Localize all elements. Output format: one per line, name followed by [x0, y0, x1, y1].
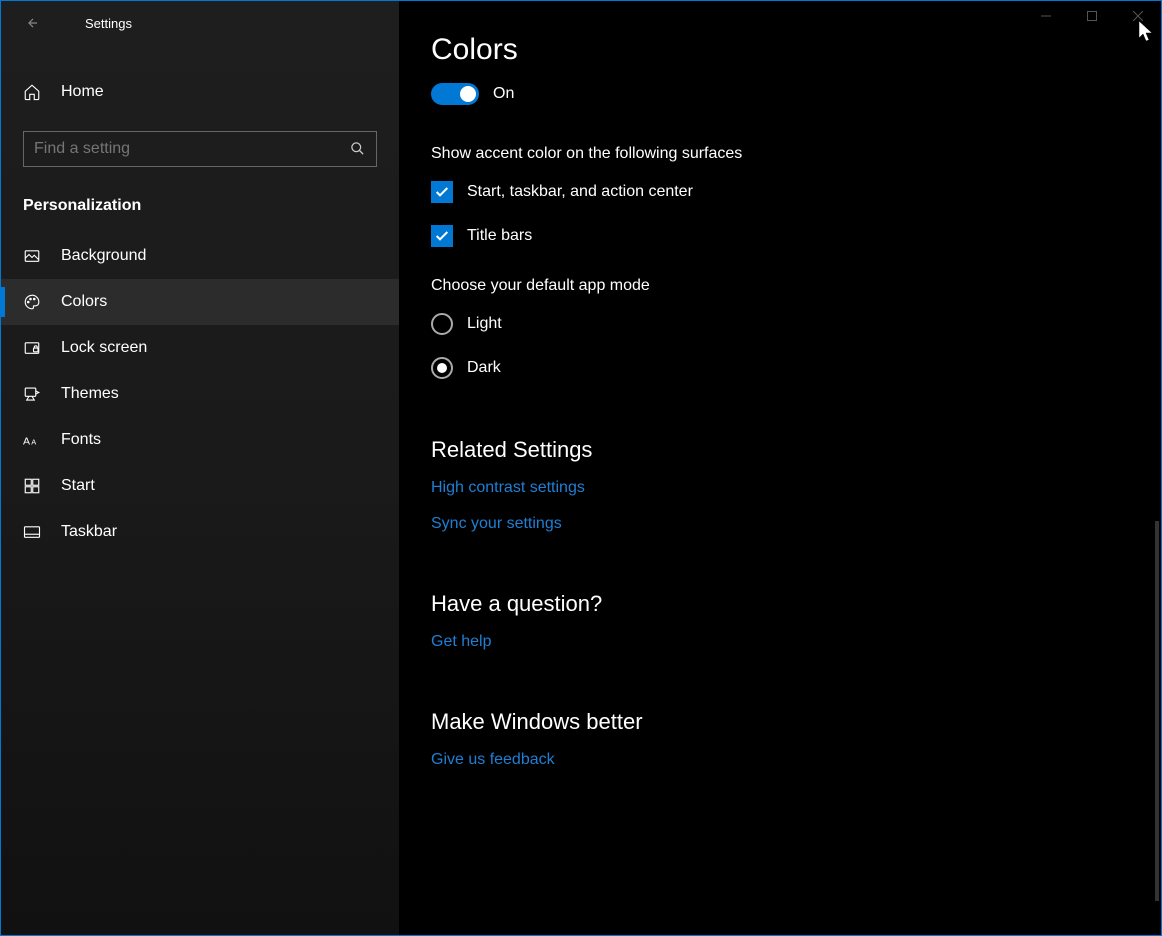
link-high-contrast[interactable]: High contrast settings	[431, 479, 1131, 497]
search-icon	[350, 141, 366, 157]
maximize-button[interactable]	[1069, 1, 1115, 31]
svg-text:A: A	[31, 438, 36, 447]
radio-label: Dark	[467, 359, 501, 377]
main-content: Colors On Show accent color on the follo…	[399, 1, 1161, 935]
radio-button	[431, 357, 453, 379]
link-get-help[interactable]: Get help	[431, 633, 1131, 651]
sidebar-nav: Background Colors Lock screen Themes AA …	[1, 233, 399, 555]
nav-label: Taskbar	[61, 523, 117, 541]
radio-label: Light	[467, 315, 502, 333]
nav-item-taskbar[interactable]: Taskbar	[1, 509, 399, 555]
palette-icon	[23, 293, 41, 311]
svg-text:A: A	[23, 436, 30, 448]
nav-label: Fonts	[61, 431, 101, 449]
radio-button	[431, 313, 453, 335]
nav-label: Lock screen	[61, 339, 147, 357]
page-title: Colors	[431, 35, 1131, 65]
radio-dark[interactable]: Dark	[431, 357, 1131, 379]
nav-label: Themes	[61, 385, 119, 403]
home-icon	[23, 83, 41, 101]
checkbox-title-bars[interactable]: Title bars	[431, 225, 1131, 247]
make-windows-better-section: Make Windows better Give us feedback	[431, 709, 1131, 769]
checkmark-icon	[434, 184, 450, 200]
transparency-toggle-row: On	[431, 83, 1131, 105]
grid-icon	[23, 477, 41, 495]
have-a-question-title: Have a question?	[431, 591, 1131, 617]
close-button[interactable]	[1115, 1, 1161, 31]
nav-item-background[interactable]: Background	[1, 233, 399, 279]
toggle-switch[interactable]	[431, 83, 479, 105]
scrollbar[interactable]	[1155, 521, 1159, 901]
picture-icon	[23, 247, 41, 265]
checkbox	[431, 181, 453, 203]
radio-light[interactable]: Light	[431, 313, 1131, 335]
back-arrow-icon	[26, 16, 40, 30]
checkbox-label: Title bars	[467, 227, 532, 245]
have-a-question-section: Have a question? Get help	[431, 591, 1131, 651]
titlebar: Settings	[1, 9, 399, 45]
nav-label: Background	[61, 247, 146, 265]
checkmark-icon	[434, 228, 450, 244]
link-give-feedback[interactable]: Give us feedback	[431, 751, 1131, 769]
app-mode-heading: Choose your default app mode	[431, 277, 1131, 295]
nav-item-themes[interactable]: Themes	[1, 371, 399, 417]
minimize-button[interactable]	[1023, 1, 1069, 31]
related-settings-section: Related Settings High contrast settings …	[431, 437, 1131, 533]
checkbox	[431, 225, 453, 247]
app-title: Settings	[85, 16, 132, 31]
nav-item-colors[interactable]: Colors	[1, 279, 399, 325]
checkbox-label: Start, taskbar, and action center	[467, 183, 693, 201]
brush-icon	[23, 385, 41, 403]
accent-surfaces-heading: Show accent color on the following surfa…	[431, 145, 1131, 163]
link-sync-settings[interactable]: Sync your settings	[431, 515, 1131, 533]
make-windows-better-title: Make Windows better	[431, 709, 1131, 735]
sidebar-section-title: Personalization	[1, 187, 399, 233]
nav-label: Start	[61, 477, 95, 495]
search-input[interactable]	[34, 140, 350, 158]
toggle-state-label: On	[493, 85, 514, 103]
checkbox-start-taskbar[interactable]: Start, taskbar, and action center	[431, 181, 1131, 203]
nav-item-fonts[interactable]: AA Fonts	[1, 417, 399, 463]
nav-home[interactable]: Home	[1, 73, 399, 111]
nav-item-lock-screen[interactable]: Lock screen	[1, 325, 399, 371]
related-settings-title: Related Settings	[431, 437, 1131, 463]
nav-item-start[interactable]: Start	[1, 463, 399, 509]
window-controls	[1023, 1, 1161, 31]
lock-picture-icon	[23, 339, 41, 357]
font-icon: AA	[23, 431, 41, 449]
sidebar: Settings Home Personalization Background…	[1, 1, 399, 935]
nav-home-label: Home	[61, 83, 104, 101]
back-button[interactable]	[21, 11, 45, 35]
nav-label: Colors	[61, 293, 107, 311]
taskbar-icon	[23, 523, 41, 541]
search-box[interactable]	[23, 131, 377, 167]
